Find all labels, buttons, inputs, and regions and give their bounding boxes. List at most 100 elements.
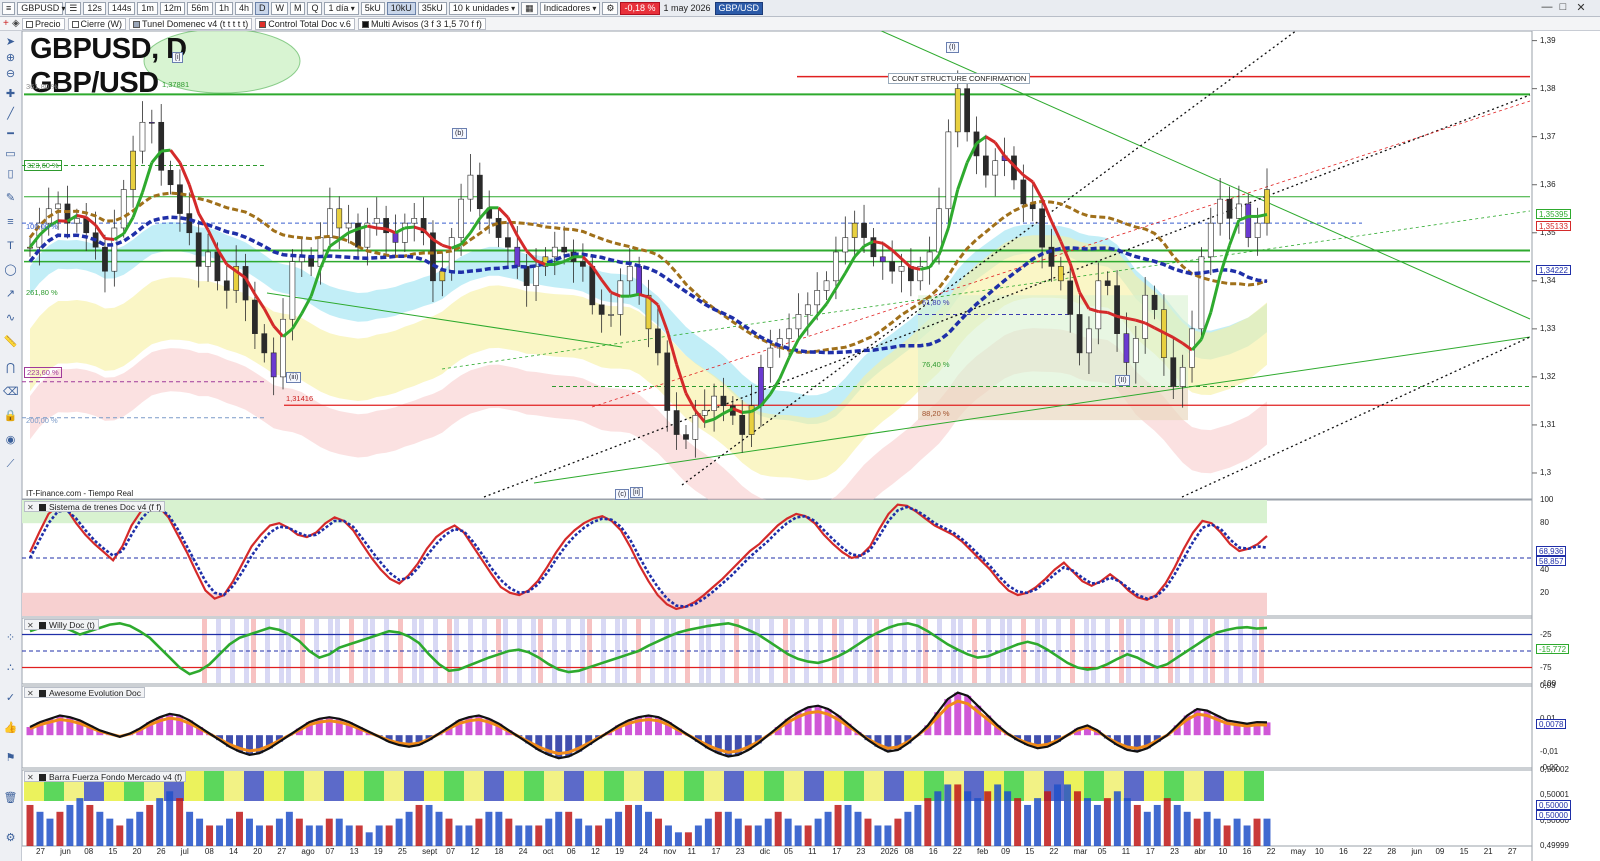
indicator-bar: [216, 825, 224, 846]
hline-tool-icon[interactable]: ━: [3, 127, 18, 141]
fast-ma-segment: [104, 237, 115, 241]
chart-canvas[interactable]: [22, 31, 1600, 861]
barra-bg-block: [544, 771, 564, 801]
indicator-bar: [315, 825, 323, 846]
panel-barra-label[interactable]: ✕ Barra Fuerza Fondo Mercado v4 (f): [24, 771, 187, 783]
magnet-icon[interactable]: ⋂: [3, 361, 18, 375]
crosshair-icon[interactable]: ✚: [3, 87, 18, 101]
wave-label[interactable]: [i]: [172, 52, 184, 63]
arrow-tool-icon[interactable]: ↗: [3, 287, 18, 301]
fib-tool-icon[interactable]: ≡: [3, 215, 18, 229]
zoom-out-icon[interactable]: ⊖: [3, 67, 18, 81]
wave-label[interactable]: (II): [1115, 375, 1130, 386]
unit-select[interactable]: 10 k unidades: [448, 1, 520, 15]
legend-tunel[interactable]: Tunel Domenec v4 (t t t t t): [129, 17, 253, 30]
panel-awesome-label[interactable]: ✕ Awesome Evolution Doc: [24, 687, 145, 698]
settings-icon[interactable]: ⚙: [602, 1, 619, 15]
interval-144s[interactable]: 144s: [107, 1, 136, 15]
interval-d[interactable]: D: [254, 1, 270, 15]
maximize-icon[interactable]: □: [1556, 1, 1570, 13]
scatter-icon[interactable]: ∴: [3, 661, 18, 675]
legend-close[interactable]: Cierre (W): [67, 17, 127, 30]
flag-icon[interactable]: ⚑: [3, 751, 18, 765]
date-tick-label: 17: [711, 847, 721, 856]
panel-trains-label[interactable]: ✕ Sistema de trenes Doc v4 (f f): [24, 501, 166, 513]
indicator-bar: [126, 818, 134, 846]
line-tool-icon[interactable]: ╱: [3, 107, 18, 121]
price-tick-label: 1,37: [1540, 131, 1556, 141]
indicators-button[interactable]: Indicadores: [539, 1, 601, 15]
interval-4h[interactable]: 4h: [234, 1, 253, 15]
candle: [1236, 203, 1242, 219]
chart-type-icon[interactable]: ▦: [521, 1, 538, 15]
wave-label[interactable]: (c): [615, 489, 630, 500]
menu-icon[interactable]: ≡: [2, 1, 16, 15]
wave-label[interactable]: (I): [946, 42, 959, 53]
thumb-icon[interactable]: 👍: [3, 721, 18, 735]
wave-label[interactable]: [ii]: [630, 487, 643, 498]
indicator-bar: [864, 818, 872, 846]
interval-m[interactable]: M: [289, 1, 306, 15]
eye-icon[interactable]: ◉: [3, 433, 18, 447]
indicator-bar: [525, 825, 533, 846]
wave-label[interactable]: (iii): [286, 372, 302, 383]
legend-price[interactable]: Precio: [22, 17, 65, 30]
legend-control[interactable]: Control Total Doc v.6: [255, 17, 355, 30]
symbol-select[interactable]: GBPUSD: [17, 1, 64, 15]
interval-12s[interactable]: 12s: [83, 1, 106, 15]
rect-tool-icon[interactable]: ▯: [3, 167, 18, 181]
barra-bg-block: [424, 771, 444, 801]
close-icon[interactable]: ✕: [27, 502, 34, 513]
channel-tool-icon[interactable]: ▭: [3, 147, 18, 161]
unit-5ku[interactable]: 5kU: [360, 1, 385, 15]
candle: [55, 203, 61, 210]
pattern-icon[interactable]: ⁘: [3, 631, 18, 645]
unit-10ku[interactable]: 10kU: [386, 1, 416, 15]
close-icon[interactable]: ✕: [27, 772, 34, 783]
zoom-in-icon[interactable]: ⊕: [3, 51, 18, 65]
indicator-bar: [1064, 784, 1071, 846]
indicator-bar: [1133, 804, 1141, 846]
eraser-icon[interactable]: ⌫: [3, 385, 19, 399]
pen-icon[interactable]: ✎: [3, 191, 18, 205]
barra-bg-block: [364, 771, 384, 801]
lock-icon[interactable]: 🔒: [3, 409, 18, 423]
close-icon[interactable]: ✕: [27, 620, 34, 631]
interval-12m[interactable]: 12m: [159, 1, 186, 15]
wave-tool-icon[interactable]: ∿: [3, 311, 18, 325]
list-icon[interactable]: ☰: [65, 1, 82, 15]
barra-bg-block: [804, 771, 824, 801]
barra-bg-block: [1024, 771, 1044, 801]
interval-1h[interactable]: 1h: [214, 1, 233, 15]
indicator-bar: [784, 818, 792, 846]
settings-small-icon[interactable]: ⚙: [3, 831, 18, 845]
interval-w[interactable]: W: [271, 1, 288, 15]
minimize-icon[interactable]: —: [1540, 1, 1554, 13]
overbought-zone: [22, 500, 1267, 524]
unit-35ku[interactable]: 35kU: [417, 1, 447, 15]
count-structure-annotation[interactable]: COUNT STRUCTURE CONFIRMATION: [888, 73, 1031, 84]
trash-icon[interactable]: 🗑: [3, 791, 18, 805]
interval-1m[interactable]: 1m: [137, 1, 158, 15]
date-tick-label: 08: [204, 847, 214, 856]
period-select[interactable]: 1 día: [324, 1, 359, 15]
close-icon[interactable]: ✕: [27, 688, 34, 699]
date-tick-label: 10: [1314, 847, 1324, 856]
add-icon[interactable]: +: [3, 18, 9, 29]
indicator-bar: [605, 818, 613, 846]
interval-q[interactable]: Q: [307, 1, 323, 15]
interval-56m[interactable]: 56m: [187, 1, 213, 15]
panel-willy-label[interactable]: ✕ Willy Doc (t): [24, 619, 99, 630]
close-icon[interactable]: ✕: [1574, 1, 1588, 14]
wave-label[interactable]: (b): [452, 128, 467, 139]
check-icon[interactable]: ✓: [3, 691, 18, 705]
ellipse-tool-icon[interactable]: ◯: [3, 263, 18, 277]
legend-multi[interactable]: Multi Avisos (3 f 3 1,5 70 f f): [357, 17, 486, 30]
trend-icon[interactable]: ⟋: [3, 457, 18, 471]
indicator-value-tag: 0,50000: [1536, 810, 1571, 821]
ruler-icon[interactable]: 📏: [3, 335, 18, 349]
candle: [673, 410, 680, 435]
text-tool-icon[interactable]: T: [3, 239, 18, 253]
target-icon[interactable]: ◈: [12, 18, 20, 29]
cursor-icon[interactable]: ➤: [3, 35, 18, 49]
